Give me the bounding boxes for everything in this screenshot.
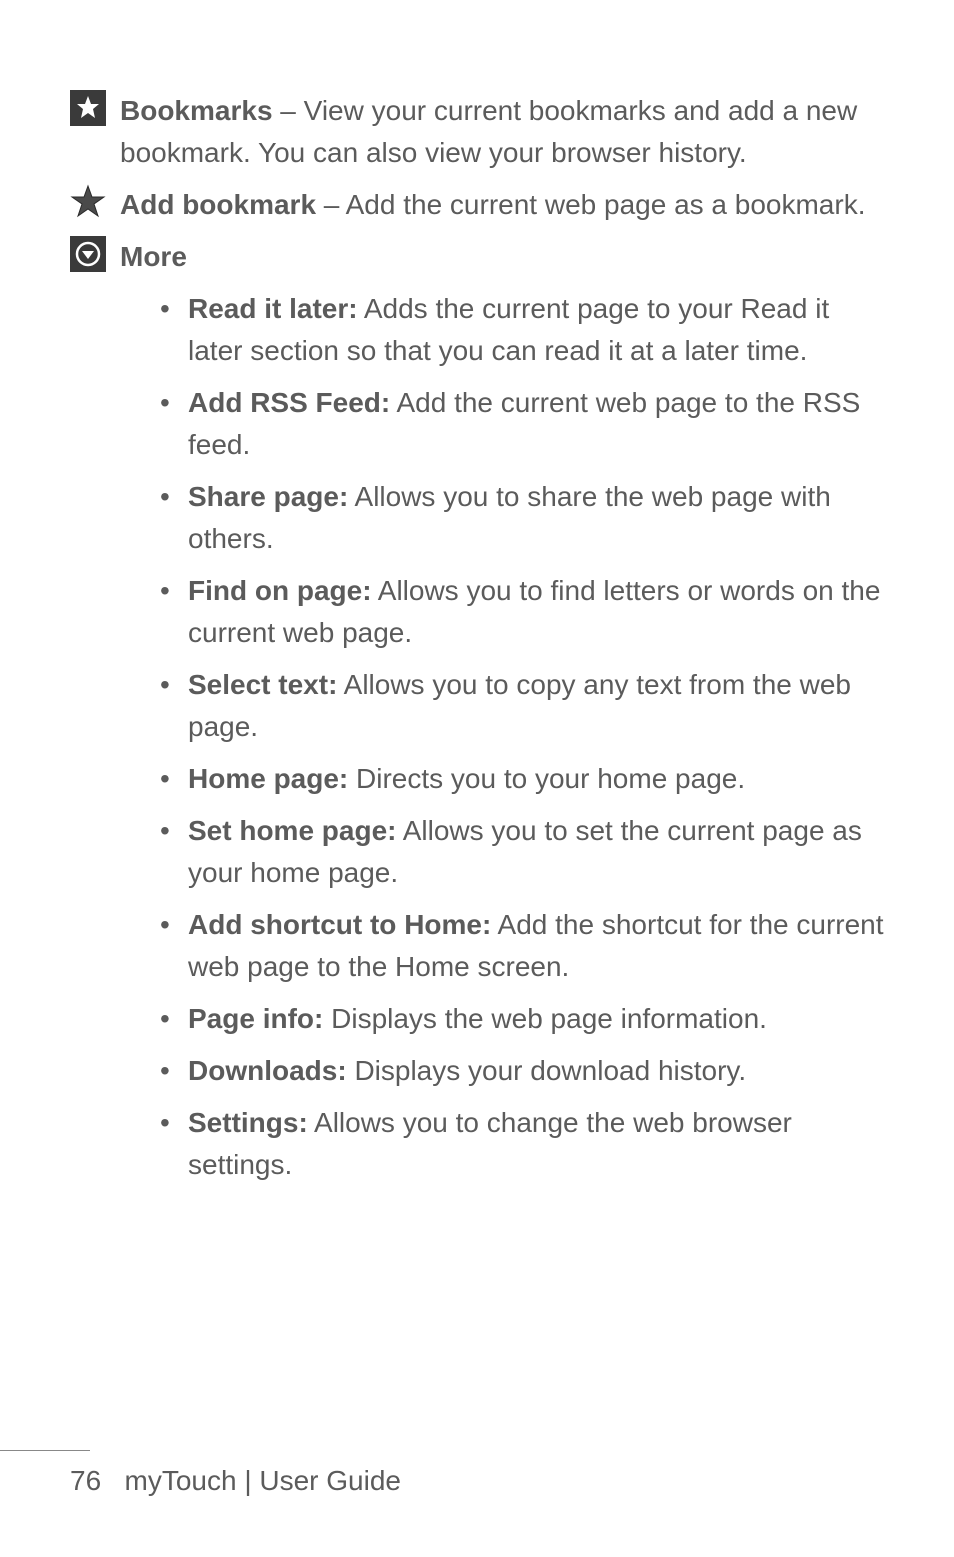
list-item: Downloads: Displays your download histor…	[160, 1050, 884, 1092]
entry-add-bookmark-text: Add bookmark – Add the current web page …	[120, 184, 884, 226]
entry-bookmarks-text: Bookmarks – View your current bookmarks …	[120, 90, 884, 174]
list-item: Page info: Displays the web page informa…	[160, 998, 884, 1040]
add-bookmark-icon	[70, 184, 110, 220]
list-item: Home page: Directs you to your home page…	[160, 758, 884, 800]
entry-bookmarks-label: Bookmarks	[120, 95, 273, 126]
more-list: Read it later: Adds the current page to …	[70, 288, 884, 1186]
list-item: Add RSS Feed: Add the current web page t…	[160, 382, 884, 466]
entry-more-label: More	[120, 241, 187, 272]
entry-add-bookmark: Add bookmark – Add the current web page …	[70, 184, 884, 226]
list-item: Set home page: Allows you to set the cur…	[160, 810, 884, 894]
list-item: Settings: Allows you to change the web b…	[160, 1102, 884, 1186]
bookmarks-icon	[70, 90, 110, 126]
page-number: 76	[70, 1465, 101, 1496]
entry-add-bookmark-label: Add bookmark	[120, 189, 316, 220]
more-icon	[70, 236, 110, 272]
guide-title: myTouch | User Guide	[125, 1465, 402, 1496]
list-item: Find on page: Allows you to find letters…	[160, 570, 884, 654]
footer-text: 76 myTouch | User Guide	[0, 1465, 954, 1497]
list-item: Share page: Allows you to share the web …	[160, 476, 884, 560]
entry-bookmarks: Bookmarks – View your current bookmarks …	[70, 90, 884, 174]
entry-more-text: More	[120, 236, 884, 278]
list-item: Select text: Allows you to copy any text…	[160, 664, 884, 748]
entry-more: More	[70, 236, 884, 278]
page-footer: 76 myTouch | User Guide	[0, 1450, 954, 1497]
list-item: Read it later: Adds the current page to …	[160, 288, 884, 372]
list-item: Add shortcut to Home: Add the shortcut f…	[160, 904, 884, 988]
footer-rule	[0, 1450, 90, 1451]
